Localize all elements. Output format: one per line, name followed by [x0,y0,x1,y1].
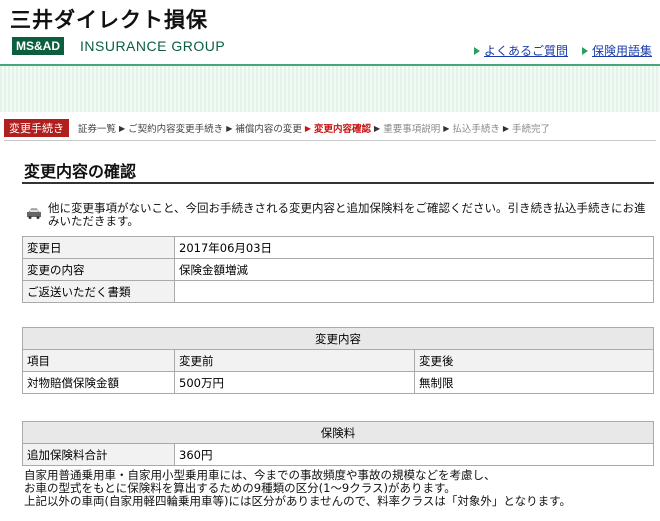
intro-text: 他に変更事項がないこと、今回お手続きされる変更内容と追加保険料をご確認ください。… [48,201,646,228]
premium-table: 保険料 追加保険料合計 360円 [22,421,654,466]
change-after: 無制限 [414,371,654,394]
step-change-procedure: ご契約内容変更手続き [128,124,224,135]
change-date-value: 2017年06月03日 [174,236,654,259]
title-underline [22,182,654,184]
table-row: 変更日 2017年06月03日 [22,236,654,259]
triangle-right-icon: ▶ [226,123,233,133]
msad-logo-box: MS&AD [12,37,64,55]
faq-link[interactable]: よくあるご質問 [473,42,568,59]
return-documents-label: ご返送いただく書類 [22,280,175,303]
insurance-group-logo: INSURANCE GROUP [80,38,226,54]
step-coverage-change: 補償内容の変更 [235,124,302,135]
brand-name[interactable]: 三井ダイレクト損保 [10,4,208,34]
return-documents-value [174,280,654,303]
glossary-link[interactable]: 保険用語集 [581,42,652,59]
changes-caption: 変更内容 [22,327,654,350]
additional-premium-label: 追加保険料合計 [22,443,175,466]
header: 三井ダイレクト損保 MS&AD INSURANCE GROUP よくあるご質問 … [0,0,660,64]
step-policy-list: 証券一覧 [78,124,117,135]
additional-premium-value: 360円 [174,443,654,466]
step-important-info: 重要事項説明 [383,124,441,135]
arrow-right-icon [581,46,588,55]
triangle-right-icon: ▶ [374,123,381,133]
table-row: 追加保険料合計 360円 [22,443,654,466]
arrow-right-icon [473,46,480,55]
changes-table: 変更内容 項目 変更前 変更後 対物賠償保険金額 500万円 無制限 [22,327,654,394]
top-links: よくあるご質問 保険用語集 [473,42,652,59]
change-content-label: 変更の内容 [22,258,175,281]
step-confirm-change: 変更内容確認 [314,124,372,135]
note-line: 上記以外の車両(自家用軽四輪乗用車等)には区分がありませんので、料率クラスは「対… [24,494,571,508]
faq-link-label: よくあるご質問 [483,44,568,58]
column-header-before: 変更前 [174,349,415,372]
premium-caption: 保険料 [22,421,654,444]
step-current-tag: 変更手続き [4,119,69,137]
column-header-after: 変更後 [414,349,654,372]
step-bar: 変更手続き 証券一覧 ▶ ご契約内容変更手続き ▶ 補償内容の変更 ▶ 変更内容… [4,119,553,137]
divider [4,140,656,141]
rate-class-note: 自家用普通乗用車・自家用小型乗用車には、今までの事故頻度や事故の規模などを考慮し… [24,469,660,508]
change-date-label: 変更日 [22,236,175,259]
triangle-right-icon: ▶ [443,123,450,133]
change-content-value: 保険金額増減 [174,258,654,281]
header-band [0,64,660,112]
car-icon [27,208,41,219]
glossary-link-label: 保険用語集 [591,44,652,58]
table-header-row: 項目 変更前 変更後 [22,349,654,372]
change-item: 対物賠償保険金額 [22,371,175,394]
page-title: 変更内容の確認 [24,162,137,181]
table-row: 変更の内容 保険金額増減 [22,258,654,281]
triangle-right-icon: ▶ [502,123,510,133]
triangle-right-icon: ▶ [119,123,126,133]
change-before: 500万円 [174,371,415,394]
table-row: ご返送いただく書類 [22,280,654,303]
triangle-right-icon: ▶ [304,123,312,133]
summary-table: 変更日 2017年06月03日 変更の内容 保険金額増減 ご返送いただく書類 [22,236,654,303]
table-row: 対物賠償保険金額 500万円 無制限 [22,371,654,394]
step-complete: 手続完了 [512,124,551,135]
step-payment: 払込手続き [452,124,500,135]
column-header-item: 項目 [22,349,175,372]
